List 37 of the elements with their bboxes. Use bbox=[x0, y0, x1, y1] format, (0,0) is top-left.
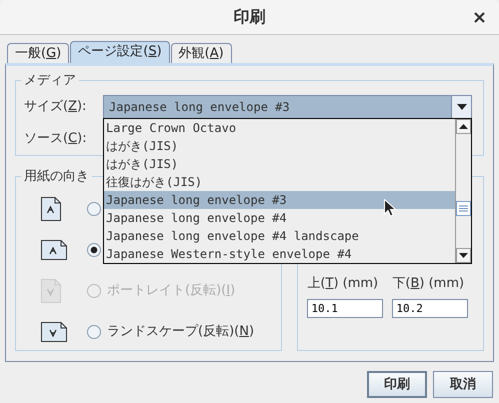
size-label: サイズ(Z): bbox=[24, 98, 88, 116]
paper-icon bbox=[41, 322, 67, 342]
dropdown-option[interactable]: Japanese long envelope #4 bbox=[104, 209, 455, 227]
tab[interactable]: 一般(G) bbox=[7, 43, 70, 63]
radio-button[interactable] bbox=[87, 242, 101, 256]
window-title: 印刷 bbox=[234, 6, 266, 28]
scrollbar[interactable] bbox=[455, 119, 471, 263]
radio-label[interactable]: ランドスケープ(反転)(N) bbox=[107, 322, 254, 342]
dropdown-option[interactable]: 往復はがき(JIS) bbox=[104, 173, 455, 191]
dropdown-option[interactable]: はがき(JIS) bbox=[104, 137, 455, 155]
tab[interactable]: 外観(A) bbox=[170, 43, 232, 63]
field-label: 上(T) (mm) bbox=[307, 275, 380, 293]
dropdown-option[interactable]: Japanese long envelope #4 landscape bbox=[104, 227, 455, 245]
close-icon[interactable] bbox=[474, 12, 485, 23]
size-dropdown[interactable]: Japanese long envelope #3 bbox=[103, 95, 472, 119]
field-label: 下(B) (mm) bbox=[392, 275, 466, 293]
paper-icon bbox=[41, 240, 67, 260]
paper-icon bbox=[41, 196, 61, 220]
dropdown-arrow-icon[interactable] bbox=[456, 104, 466, 110]
paper-icon bbox=[41, 278, 61, 302]
source-label: ソース(C): bbox=[24, 130, 87, 148]
dropdown-option[interactable]: はがき(JIS) bbox=[104, 155, 455, 173]
input-field[interactable]: 10.1 bbox=[307, 298, 384, 318]
dialog-button[interactable]: 取消 bbox=[433, 371, 493, 398]
scroll-up-icon[interactable] bbox=[459, 124, 468, 129]
dialog-button[interactable]: 印刷 bbox=[367, 371, 427, 398]
dropdown-option[interactable]: Large Crown Octavo bbox=[104, 119, 455, 137]
radio-button[interactable] bbox=[87, 324, 101, 338]
scroll-thumb[interactable] bbox=[456, 201, 471, 216]
scroll-down-icon[interactable] bbox=[459, 253, 468, 258]
mouse-cursor-icon bbox=[384, 199, 396, 217]
tab[interactable]: ページ設定(S) bbox=[70, 41, 170, 63]
dropdown-option[interactable]: Japanese long envelope #3 bbox=[104, 191, 455, 209]
dropdown-option[interactable]: Japanese Western-style envelope #4 bbox=[104, 245, 455, 263]
dropdown-value: Japanese long envelope #3 bbox=[109, 99, 290, 116]
input-field[interactable]: 10.2 bbox=[392, 298, 468, 318]
radio-button[interactable] bbox=[87, 202, 101, 216]
